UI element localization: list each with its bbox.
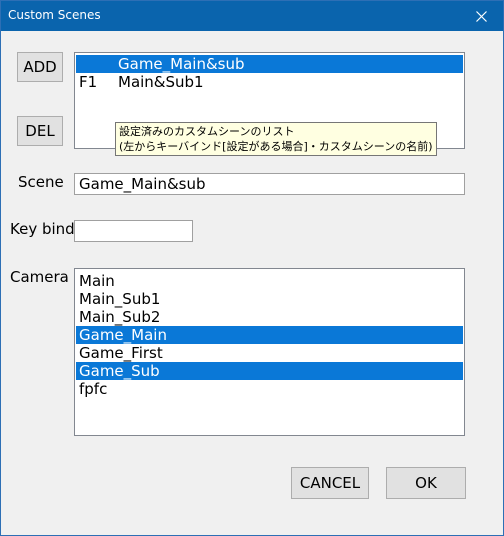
scene-list-tooltip: 設定済みのカスタムシーンのリスト (左からキーバインド[設定がある場合]・カスタ…: [115, 122, 437, 156]
scene-list-item[interactable]: F1 Main&Sub1: [76, 73, 463, 91]
scene-name: Game_Main&sub: [118, 55, 245, 73]
camera-list-item[interactable]: Game_First: [76, 344, 463, 362]
tooltip-line-2: (左からキーバインド[設定がある場合]・カスタムシーンの名前): [119, 140, 433, 153]
add-button[interactable]: ADD: [17, 52, 63, 82]
delete-button[interactable]: DEL: [17, 116, 63, 146]
camera-list-item[interactable]: Game_Sub: [76, 362, 463, 380]
ok-button[interactable]: OK: [386, 467, 466, 499]
title-bar[interactable]: Custom Scenes: [1, 1, 503, 31]
camera-list-item[interactable]: Main: [76, 272, 463, 290]
camera-list-item[interactable]: Main_Sub2: [76, 308, 463, 326]
keybind-label: Key bind: [10, 220, 75, 238]
camera-list-item[interactable]: fpfc: [76, 380, 463, 398]
camera-label: Camera: [10, 268, 69, 286]
close-button[interactable]: [459, 1, 503, 31]
close-icon: [475, 10, 487, 22]
camera-list-item[interactable]: Game_Main: [76, 326, 463, 344]
scene-keybind: F1: [79, 73, 98, 91]
scene-name: Main&Sub1: [118, 73, 204, 91]
camera-list[interactable]: Main Main_Sub1 Main_Sub2 Game_Main Game_…: [74, 268, 465, 436]
scene-list-item[interactable]: Game_Main&sub: [76, 55, 463, 73]
camera-list-item[interactable]: Main_Sub1: [76, 290, 463, 308]
scene-name-input[interactable]: Game_Main&sub: [74, 173, 465, 195]
cancel-button[interactable]: CANCEL: [291, 467, 369, 499]
custom-scenes-dialog: Custom Scenes ADD DEL Game_Main&sub F1 M…: [0, 0, 504, 536]
scene-label: Scene: [18, 173, 64, 191]
keybind-input[interactable]: [74, 220, 193, 242]
tooltip-line-1: 設定済みのカスタムシーンのリスト: [119, 125, 295, 138]
window-title: Custom Scenes: [8, 8, 101, 22]
